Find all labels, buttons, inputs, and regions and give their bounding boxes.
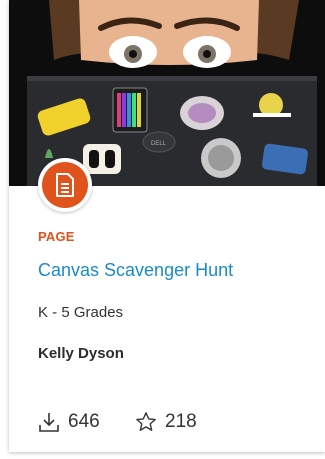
resource-type-label: PAGE <box>38 229 75 244</box>
document-icon <box>42 162 88 208</box>
star-icon[interactable] <box>135 411 157 433</box>
resource-type-badge <box>38 158 92 212</box>
favorites-stat[interactable]: 218 <box>135 411 197 433</box>
resource-title-link[interactable]: Canvas Scavenger Hunt <box>38 260 233 281</box>
resource-thumbnail[interactable]: DELL <box>9 0 325 186</box>
downloads-count: 646 <box>68 411 100 432</box>
bitmoji-laptop-image: DELL <box>9 0 325 186</box>
resource-card[interactable]: DELL PAGE Canvas Scavenger Hunt K - 5 Gr… <box>9 0 325 452</box>
resource-author: Kelly Dyson <box>38 345 124 362</box>
download-icon <box>39 413 59 432</box>
svg-text:DELL: DELL <box>151 141 167 147</box>
downloads-stat: 646 <box>38 411 100 433</box>
resource-grades: K - 5 Grades <box>38 304 124 321</box>
favorites-count: 218 <box>165 411 197 432</box>
